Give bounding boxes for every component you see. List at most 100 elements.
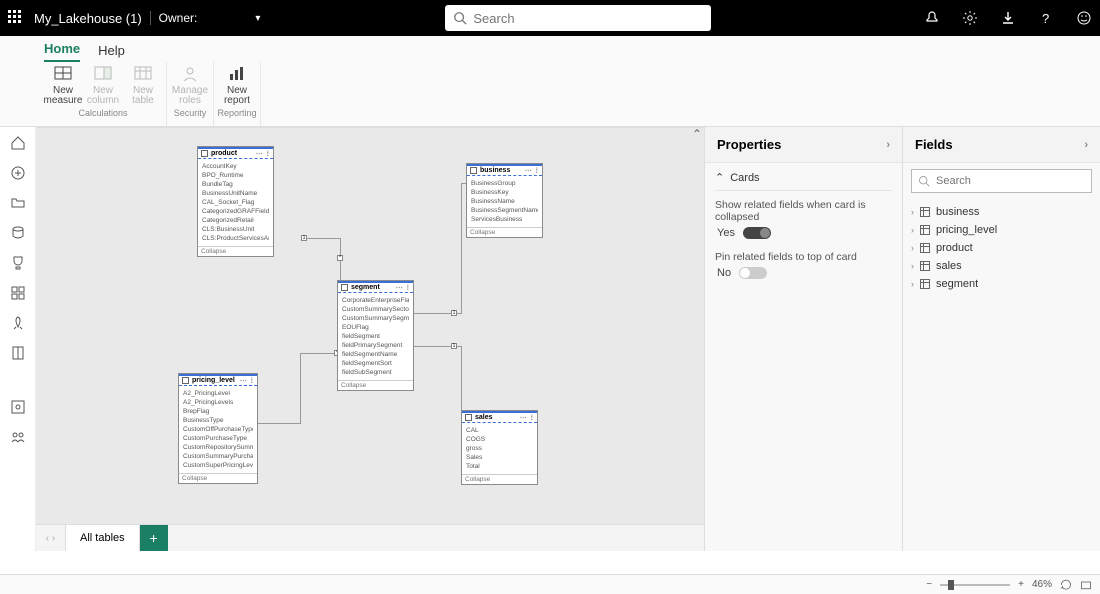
table-field[interactable]: BrepFlag xyxy=(183,407,253,416)
table-field[interactable]: AccountKey xyxy=(202,162,269,171)
zoom-slider[interactable] xyxy=(940,584,1010,586)
table-field[interactable]: fieldSegmentSort xyxy=(342,359,409,368)
toggle-show-related[interactable]: Yes xyxy=(717,227,892,239)
home-icon[interactable] xyxy=(10,135,26,151)
toggle-pin-related[interactable]: No xyxy=(717,267,892,279)
table-field[interactable]: BusinessKey xyxy=(471,188,538,197)
table-field[interactable]: CorporateEnterpriseFlag xyxy=(342,296,409,305)
add-diagram-button[interactable]: + xyxy=(140,525,168,551)
tab-home[interactable]: Home xyxy=(44,41,80,62)
field-table-pricing_level[interactable]: ›pricing_level xyxy=(909,221,1094,239)
table-field[interactable]: CAL xyxy=(466,426,533,435)
data-hub-icon[interactable] xyxy=(10,225,26,241)
more-icon[interactable]: ⋯ ⁞ xyxy=(396,284,410,292)
table-field[interactable]: A2_PricingLevels xyxy=(183,398,253,407)
workspace-icon[interactable] xyxy=(10,399,26,415)
download-icon[interactable] xyxy=(1000,10,1016,26)
table-card-pricing-level[interactable]: pricing_level⋯ ⁞ A2_PricingLevelA2_Prici… xyxy=(178,373,258,484)
table-field[interactable]: BusinessGroup xyxy=(471,179,538,188)
collapse-ribbon-icon[interactable]: ⌃ xyxy=(692,127,702,141)
table-field[interactable]: CustomPurchaseType xyxy=(183,434,253,443)
collapse-link[interactable]: Collapse xyxy=(462,474,537,484)
table-field[interactable]: CustomSummarySector xyxy=(342,305,409,314)
fields-search-input[interactable] xyxy=(936,175,1085,187)
rocket-icon[interactable] xyxy=(10,315,26,331)
collapse-link[interactable]: Collapse xyxy=(198,246,273,256)
table-field[interactable]: CLS:BusinessUnit xyxy=(202,225,269,234)
table-field[interactable]: CAL_Socket_Flag xyxy=(202,198,269,207)
table-card-product[interactable]: product⋯ ⁞ AccountKeyBPO_RuntimeBundleTa… xyxy=(197,146,274,257)
plus-circle-icon[interactable] xyxy=(10,165,26,181)
table-field[interactable]: BusinessUnitName xyxy=(202,189,269,198)
more-icon[interactable]: ⋯ ⁞ xyxy=(256,150,270,158)
apps-icon[interactable] xyxy=(10,285,26,301)
bell-icon[interactable] xyxy=(924,10,940,26)
app-launcher-icon[interactable] xyxy=(8,10,24,26)
global-search-input[interactable] xyxy=(473,11,703,26)
folder-icon[interactable] xyxy=(10,195,26,211)
table-field[interactable]: fieldSubSegment xyxy=(342,368,409,377)
smile-icon[interactable] xyxy=(1076,10,1092,26)
table-field[interactable]: CategorizedGRAFField xyxy=(202,207,269,216)
field-table-business[interactable]: ›business xyxy=(909,203,1094,221)
table-field[interactable]: A2_PricingLevel xyxy=(183,389,253,398)
more-icon[interactable]: ⋯ ⁞ xyxy=(240,377,254,385)
tab-prev-icon[interactable]: ‹ › xyxy=(36,525,66,551)
table-card-sales[interactable]: sales⋯ ⁞ CALCOGSgrossSalesTotal Collapse xyxy=(461,410,538,485)
field-table-segment[interactable]: ›segment xyxy=(909,275,1094,293)
new-report-button[interactable]: New report xyxy=(217,62,257,106)
table-field[interactable]: CustomSummaryPurchaseType xyxy=(183,452,253,461)
table-field[interactable]: BPO_Runtime xyxy=(202,171,269,180)
table-field[interactable]: EOUFlag xyxy=(342,323,409,332)
trophy-icon[interactable] xyxy=(10,255,26,271)
table-field[interactable]: CustomRepositorySummaryAccType xyxy=(183,443,253,452)
table-field[interactable]: BundleTag xyxy=(202,180,269,189)
new-measure-button[interactable]: New measure xyxy=(43,62,83,106)
table-field[interactable]: COGS xyxy=(466,435,533,444)
table-field[interactable]: fieldSegment xyxy=(342,332,409,341)
new-column-button[interactable]: New column xyxy=(83,62,123,106)
help-icon[interactable]: ? xyxy=(1038,10,1054,26)
table-field[interactable]: Total xyxy=(466,462,533,471)
fit-to-screen-icon[interactable] xyxy=(1060,579,1072,591)
model-canvas[interactable]: ⌃ 1 * * 1 * 1 1 * product⋯ ⁞ AccountKeyB xyxy=(36,127,704,524)
table-field[interactable]: CategorizedRetail xyxy=(202,216,269,225)
collapse-panel-icon[interactable]: › xyxy=(886,139,890,151)
collapse-link[interactable]: Collapse xyxy=(467,227,542,237)
table-field[interactable]: CustomSuperPricingLevel xyxy=(183,461,253,470)
collapse-link[interactable]: Collapse xyxy=(179,473,257,483)
zoom-out-button[interactable]: − xyxy=(926,579,932,590)
tab-help[interactable]: Help xyxy=(98,43,125,62)
global-search[interactable] xyxy=(445,5,711,31)
table-field[interactable]: CustomOffPurchaseType xyxy=(183,425,253,434)
field-table-product[interactable]: ›product xyxy=(909,239,1094,257)
collapse-panel-icon[interactable]: › xyxy=(1084,139,1088,151)
file-title[interactable]: My_Lakehouse (1) xyxy=(34,11,142,26)
table-field[interactable]: fieldSegmentName xyxy=(342,350,409,359)
people-icon[interactable] xyxy=(10,429,26,445)
gear-icon[interactable] xyxy=(962,10,978,26)
table-field[interactable]: CustomSummarySegment xyxy=(342,314,409,323)
new-table-button[interactable]: New table xyxy=(123,62,163,106)
table-card-segment[interactable]: segment⋯ ⁞ CorporateEnterpriseFlagCustom… xyxy=(337,280,414,391)
more-icon[interactable]: ⋯ ⁞ xyxy=(520,414,534,422)
table-field[interactable]: Sales xyxy=(466,453,533,462)
manage-roles-button[interactable]: Manage roles xyxy=(170,62,210,106)
book-icon[interactable] xyxy=(10,345,26,361)
fields-search[interactable] xyxy=(911,169,1092,193)
full-screen-icon[interactable] xyxy=(1080,579,1092,591)
field-table-sales[interactable]: ›sales xyxy=(909,257,1094,275)
table-field[interactable]: BusinessType xyxy=(183,416,253,425)
diagram-tab-all-tables[interactable]: All tables xyxy=(66,525,140,551)
properties-section-cards[interactable]: ⌃Cards xyxy=(715,171,892,191)
collapse-link[interactable]: Collapse xyxy=(338,380,413,390)
table-field[interactable]: fieldPrimarySegment xyxy=(342,341,409,350)
table-field[interactable]: CLS:ProductServicesAndDevices xyxy=(202,234,269,243)
table-field[interactable]: gross xyxy=(466,444,533,453)
table-field[interactable]: BusinessName xyxy=(471,197,538,206)
table-card-business[interactable]: business⋯ ⁞ BusinessGroupBusinessKeyBusi… xyxy=(466,163,543,238)
table-field[interactable]: ServicesBusiness xyxy=(471,215,538,224)
more-icon[interactable]: ⋯ ⁞ xyxy=(525,167,539,175)
table-field[interactable]: BusinessSegmentName xyxy=(471,206,538,215)
chevron-down-icon[interactable]: ▾ xyxy=(255,13,260,24)
